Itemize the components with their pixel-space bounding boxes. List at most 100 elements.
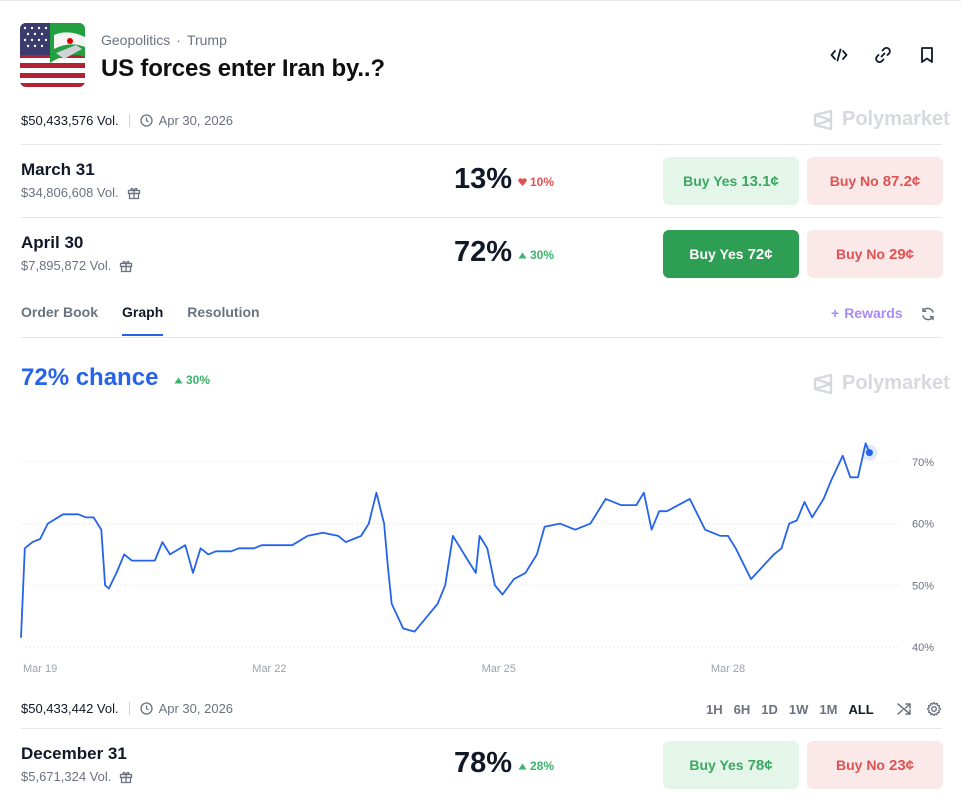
breadcrumb-separator: · — [176, 32, 181, 48]
outcome-chance: 78% — [454, 747, 513, 779]
clock-icon — [139, 702, 153, 715]
range-1w[interactable]: 1W — [789, 702, 809, 717]
end-date-text: Apr 30, 2026 — [158, 113, 234, 128]
shuffle-icon[interactable] — [896, 701, 912, 717]
gear-icon[interactable] — [926, 701, 942, 717]
outcome-volume-text: $34,806,608 Vol. — [21, 185, 119, 200]
heart-down-icon — [518, 178, 527, 186]
range-1h[interactable]: 1H — [706, 702, 723, 717]
y-tick-label: 40% — [912, 642, 934, 654]
graph-volume: $50,433,442 Vol. — [21, 701, 119, 716]
polymarket-wordmark: Polymarket — [842, 108, 950, 130]
buy-yes-price: 13.1¢ — [741, 172, 779, 190]
refresh-icon[interactable] — [920, 306, 936, 322]
outcome-chance: 72% — [454, 236, 513, 268]
breadcrumb-tag[interactable]: Trump — [187, 32, 227, 48]
end-date: Apr 30, 2026 — [139, 113, 234, 128]
outcome-change-text: 28% — [530, 759, 555, 773]
outcome-change: 28% — [518, 759, 554, 773]
price-history-chart[interactable]: 40% 50% 60% 70% Mar 19 Mar 22 Mar 25 Mar 28 — [0, 401, 961, 686]
buy-no-button[interactable]: Buy No 29¢ — [807, 230, 943, 278]
outcome-row-april-30[interactable]: April 30 $7,895,872 Vol. 72% 30% Buy Yes… — [21, 218, 943, 290]
x-tick-label: Mar 19 — [23, 663, 57, 675]
outcome-volume-text: $5,671,324 Vol. — [21, 769, 112, 784]
outcome-name: April 30 — [21, 233, 84, 252]
polymarket-watermark: Polymarket — [812, 108, 950, 131]
breadcrumb: Geopolitics · Trump — [101, 32, 227, 48]
outcome-name: December 31 — [21, 744, 127, 763]
range-1m[interactable]: 1M — [819, 702, 837, 717]
outcome-change: 10% — [518, 175, 554, 189]
market-summary: $50,433,576 Vol. Apr 30, 2026 — [21, 113, 233, 128]
polymarket-wordmark: Polymarket — [842, 372, 950, 394]
outcome-change-text: 10% — [530, 175, 555, 189]
polymarket-logo-icon — [813, 109, 833, 130]
divider — [128, 702, 130, 715]
chance-change: 30% — [174, 373, 210, 387]
buy-no-label: Buy No — [835, 246, 885, 262]
outcome-row-december-31[interactable]: December 31 $5,671,324 Vol. 78% 28% Buy … — [21, 729, 943, 801]
triangle-up-icon — [518, 763, 527, 769]
x-tick-label: Mar 25 — [482, 663, 516, 675]
outcome-change: 30% — [518, 248, 554, 262]
market-title: US forces enter Iran by..? — [101, 55, 385, 82]
graph-summary: $50,433,442 Vol. Apr 30, 2026 — [21, 701, 233, 716]
plus-icon: + — [831, 305, 840, 321]
rewards-button[interactable]: + Rewards — [831, 305, 903, 321]
current-chance: 72% chance — [21, 364, 159, 391]
buy-yes-button[interactable]: Buy Yes 13.1¢ — [663, 157, 799, 205]
gift-icon[interactable] — [119, 770, 133, 784]
divider — [128, 114, 130, 127]
buy-yes-label: Buy Yes — [689, 757, 744, 773]
range-6h[interactable]: 6H — [734, 702, 751, 717]
outcome-chance: 13% — [454, 163, 513, 195]
y-tick-label: 60% — [912, 519, 934, 531]
y-tick-label: 50% — [912, 580, 934, 592]
breadcrumb-category[interactable]: Geopolitics — [101, 32, 170, 48]
detail-tabs: Order Book Graph Resolution — [21, 304, 260, 336]
outcome-name: March 31 — [21, 160, 95, 179]
outcome-change-text: 30% — [530, 248, 555, 262]
market-thumbnail — [20, 23, 85, 87]
buy-yes-label: Buy Yes — [689, 246, 744, 262]
time-range-selector: 1H 6H 1D 1W 1M ALL — [706, 702, 874, 717]
outcome-row-march-31[interactable]: March 31 $34,806,608 Vol. 13% 10% Buy Ye… — [21, 145, 943, 217]
tab-order-book[interactable]: Order Book — [21, 304, 98, 336]
triangle-up-icon — [174, 377, 183, 383]
buy-yes-button[interactable]: Buy Yes 78¢ — [663, 741, 799, 789]
outcome-volume: $5,671,324 Vol. — [21, 769, 133, 784]
graph-end-date-text: Apr 30, 2026 — [158, 701, 234, 716]
buy-no-button[interactable]: Buy No 87.2¢ — [807, 157, 943, 205]
buy-no-button[interactable]: Buy No 23¢ — [807, 741, 943, 789]
buy-yes-label: Buy Yes — [683, 173, 738, 189]
buy-no-label: Buy No — [829, 173, 879, 189]
total-volume: $50,433,576 Vol. — [21, 113, 119, 128]
graph-end-date: Apr 30, 2026 — [139, 701, 234, 716]
market-card: Geopolitics · Trump US forces enter Iran… — [0, 0, 961, 789]
tab-resolution[interactable]: Resolution — [187, 304, 259, 336]
bookmark-icon[interactable] — [917, 45, 937, 65]
buy-no-price: 23¢ — [888, 756, 915, 774]
tab-graph[interactable]: Graph — [122, 304, 164, 336]
series-line — [20, 442, 871, 638]
divider — [21, 337, 942, 338]
x-tick-label: Mar 22 — [252, 663, 286, 675]
rewards-label: Rewards — [844, 305, 903, 321]
chance-change-text: 30% — [186, 373, 211, 387]
buy-yes-button[interactable]: Buy Yes 72¢ — [663, 230, 799, 278]
x-tick-label: Mar 28 — [711, 663, 745, 675]
range-all[interactable]: ALL — [848, 702, 873, 717]
gift-icon[interactable] — [127, 186, 141, 200]
range-1d[interactable]: 1D — [761, 702, 778, 717]
polymarket-watermark: Polymarket — [812, 372, 950, 395]
polymarket-logo-icon — [813, 373, 833, 394]
embed-icon[interactable] — [829, 45, 849, 65]
header-actions — [829, 45, 937, 65]
link-icon[interactable] — [873, 45, 893, 65]
clock-icon — [139, 114, 153, 127]
outcome-volume: $7,895,872 Vol. — [21, 258, 133, 273]
gift-icon[interactable] — [119, 259, 133, 273]
triangle-up-icon — [518, 252, 527, 258]
last-point-marker[interactable] — [865, 449, 873, 457]
y-tick-label: 70% — [912, 457, 934, 469]
